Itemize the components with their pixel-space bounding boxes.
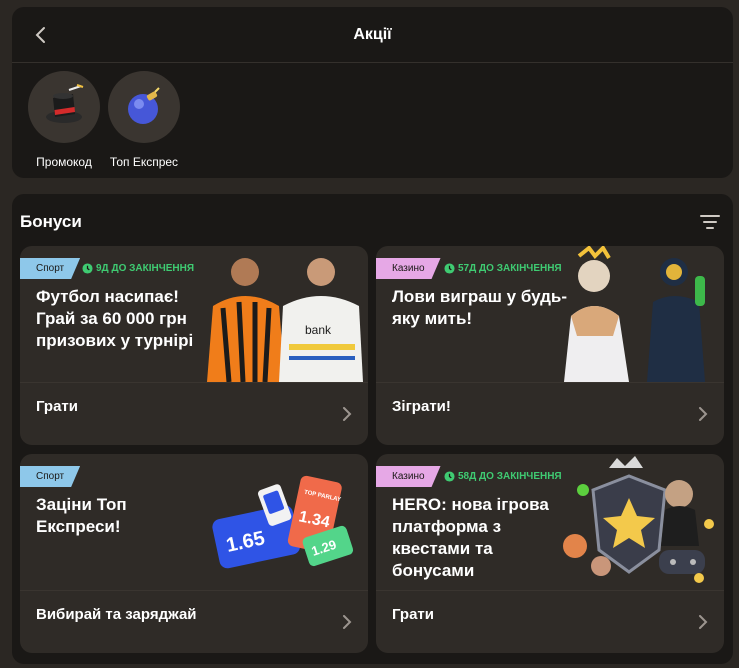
magic-hat-icon: [46, 84, 84, 123]
card-title: Футбол насипає! Грай за 60 000 грн призо…: [36, 287, 194, 350]
promo-shortcuts: Промокод Топ Експрес: [12, 63, 733, 169]
category-tag: Спорт: [20, 258, 80, 279]
svg-text:bank: bank: [305, 323, 332, 337]
card-footer[interactable]: Грати: [376, 590, 724, 653]
back-button[interactable]: [28, 23, 52, 47]
expiry-timer: 9Д ДО ЗАКІНЧЕННЯ: [82, 263, 194, 274]
promo-item-top-express[interactable]: Топ Експрес: [108, 71, 180, 169]
card-action-label: Грати: [36, 397, 79, 415]
header: Акції: [12, 7, 733, 63]
clock-icon: [82, 263, 93, 274]
card-action-label: Вибирай та заряджай: [36, 605, 197, 623]
card-footer[interactable]: Зіграти!: [376, 382, 724, 445]
timer-text: 57Д ДО ЗАКІНЧЕННЯ: [458, 263, 562, 274]
chevron-right-icon: [343, 407, 352, 421]
expiry-timer: 58Д ДО ЗАКІНЧЕННЯ: [444, 471, 562, 482]
bonus-card[interactable]: bank Спорт 9Д ДО ЗАКІНЧЕННЯ Футбол насип…: [20, 246, 368, 445]
clock-icon: [444, 263, 455, 274]
promo-item-promocode[interactable]: Промокод: [28, 71, 100, 169]
promo-icon-wrapper: [28, 71, 100, 143]
bonus-card[interactable]: Казино 58Д ДО ЗАКІНЧЕННЯ HERO: нова ігро…: [376, 454, 724, 653]
card-footer[interactable]: Вибирай та заряджай: [20, 590, 368, 653]
page-title: Акції: [353, 25, 392, 43]
card-title: Лови виграш у будь-яку мить!: [392, 287, 568, 328]
clock-icon: [444, 471, 455, 482]
chevron-left-icon: [35, 27, 45, 43]
expiry-timer: 57Д ДО ЗАКІНЧЕННЯ: [444, 263, 562, 274]
blue-bomb-icon: [128, 87, 160, 124]
card-action-label: Грати: [392, 605, 435, 623]
bonus-card[interactable]: Казино 57Д ДО ЗАКІНЧЕННЯ Лови виграш у б…: [376, 246, 724, 445]
card-title: HERO: нова ігрова платформа з квестами т…: [392, 495, 549, 580]
hero-platform-image: [563, 456, 714, 583]
bonuses-panel: Бонуси bank Спорт 9Д ДО ЗАКІНЧЕННЯ Футбо…: [12, 194, 733, 664]
timer-text: 58Д ДО ЗАКІНЧЕННЯ: [458, 471, 562, 482]
zeus-diver-image: [564, 246, 705, 382]
promo-label: Топ Експрес: [109, 155, 179, 169]
chevron-right-icon: [699, 407, 708, 421]
timer-text: 9Д ДО ЗАКІНЧЕННЯ: [96, 263, 195, 274]
promo-label: Промокод: [36, 155, 92, 169]
promo-icon-wrapper: [108, 71, 180, 143]
card-footer[interactable]: Грати: [20, 382, 368, 445]
filter-icon[interactable]: [699, 212, 721, 232]
category-tag: Казино: [376, 258, 441, 279]
section-title: Бонуси: [20, 212, 82, 231]
chevron-right-icon: [343, 615, 352, 629]
parlay-tickets-image: 1.65 TOP PARLAY 1.34 1.29: [212, 475, 354, 569]
chevron-right-icon: [699, 615, 708, 629]
category-tag: Спорт: [20, 466, 80, 487]
promotions-panel: Акції Промокод Топ Експрес: [12, 7, 733, 178]
bonus-card[interactable]: 1.65 TOP PARLAY 1.34 1.29 Спорт Заціни Т…: [20, 454, 368, 653]
category-tag: Казино: [376, 466, 441, 487]
card-action-label: Зіграти!: [392, 397, 451, 415]
football-players-image: bank: [207, 258, 363, 382]
card-title: Заціни Топ Експреси!: [36, 495, 127, 536]
